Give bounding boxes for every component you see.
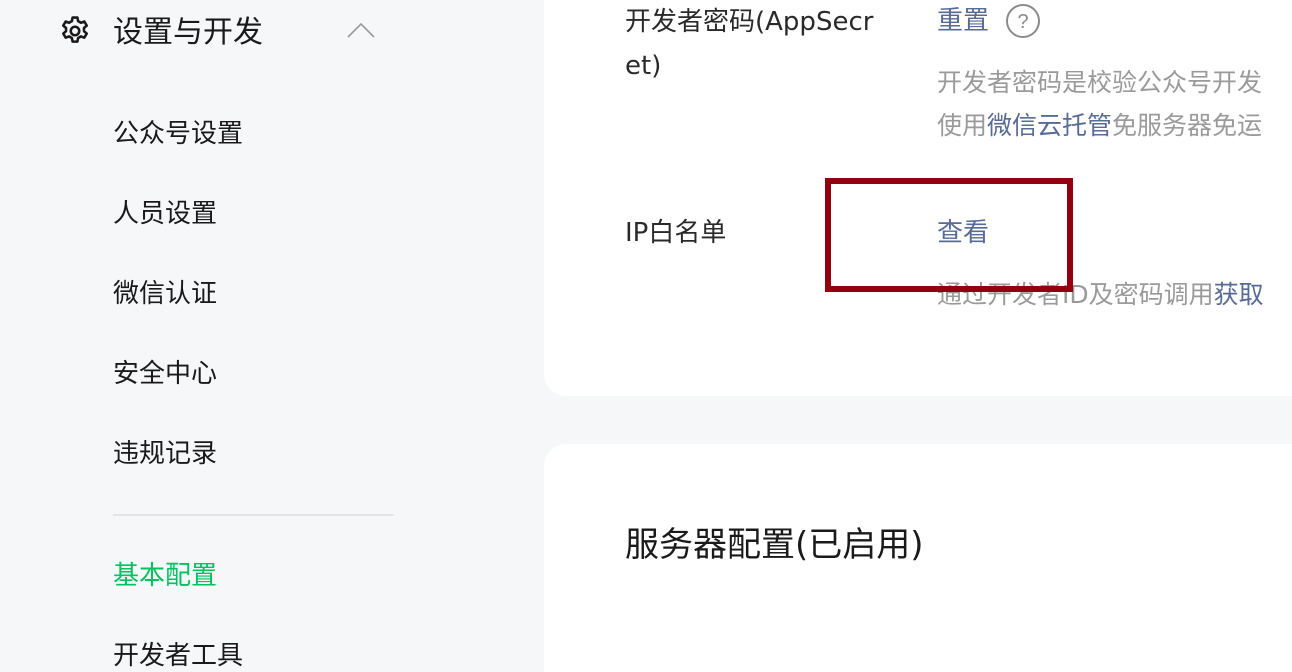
sidebar-divider <box>113 514 394 516</box>
page: 设置与开发 公众号设置 人员设置 微信认证 安全中心 违规记录 基本配置 开发者… <box>0 0 1292 672</box>
reset-appsecret-link[interactable]: 重置 <box>937 4 989 38</box>
sidebar-item-account-settings[interactable]: 公众号设置 <box>113 117 243 151</box>
ip-whitelist-label: IP白名单 <box>625 218 727 248</box>
sidebar: 设置与开发 公众号设置 人员设置 微信认证 安全中心 违规记录 基本配置 开发者… <box>0 0 544 672</box>
sidebar-item-developer-tools[interactable]: 开发者工具 <box>113 639 243 672</box>
appsecret-label: 开发者密码(AppSecret) <box>625 7 874 81</box>
sidebar-item-wechat-verification[interactable]: 微信认证 <box>113 277 217 311</box>
cloud-hint-prefix: 使用 <box>937 111 988 140</box>
sidebar-item-member-settings[interactable]: 人员设置 <box>113 197 217 231</box>
question-circle-icon[interactable]: ? <box>1005 3 1041 39</box>
svg-text:?: ? <box>1017 11 1028 33</box>
sidebar-item-security-center[interactable]: 安全中心 <box>113 357 217 391</box>
wechat-cloud-hosting-link[interactable]: 微信云托管 <box>987 111 1112 140</box>
highlight-box <box>825 178 1073 292</box>
appsecret-cloud-hint: 使用微信云托管免服务器免运 <box>937 104 1262 148</box>
chevron-up-icon[interactable] <box>346 18 376 42</box>
sidebar-section-settings-dev[interactable]: 设置与开发 <box>58 10 388 56</box>
gear-icon <box>61 16 89 43</box>
get-access-token-link[interactable]: 获取 <box>1214 280 1264 309</box>
cloud-hint-suffix: 免服务器免运 <box>1112 111 1263 140</box>
sidebar-section-title: 设置与开发 <box>113 15 263 50</box>
appsecret-description: 开发者密码是校验公众号开发 <box>937 68 1263 97</box>
sidebar-item-violation-records[interactable]: 违规记录 <box>113 437 217 471</box>
sidebar-item-basic-config[interactable]: 基本配置 <box>113 559 217 593</box>
server-config-title: 服务器配置(已启用) <box>625 525 924 565</box>
